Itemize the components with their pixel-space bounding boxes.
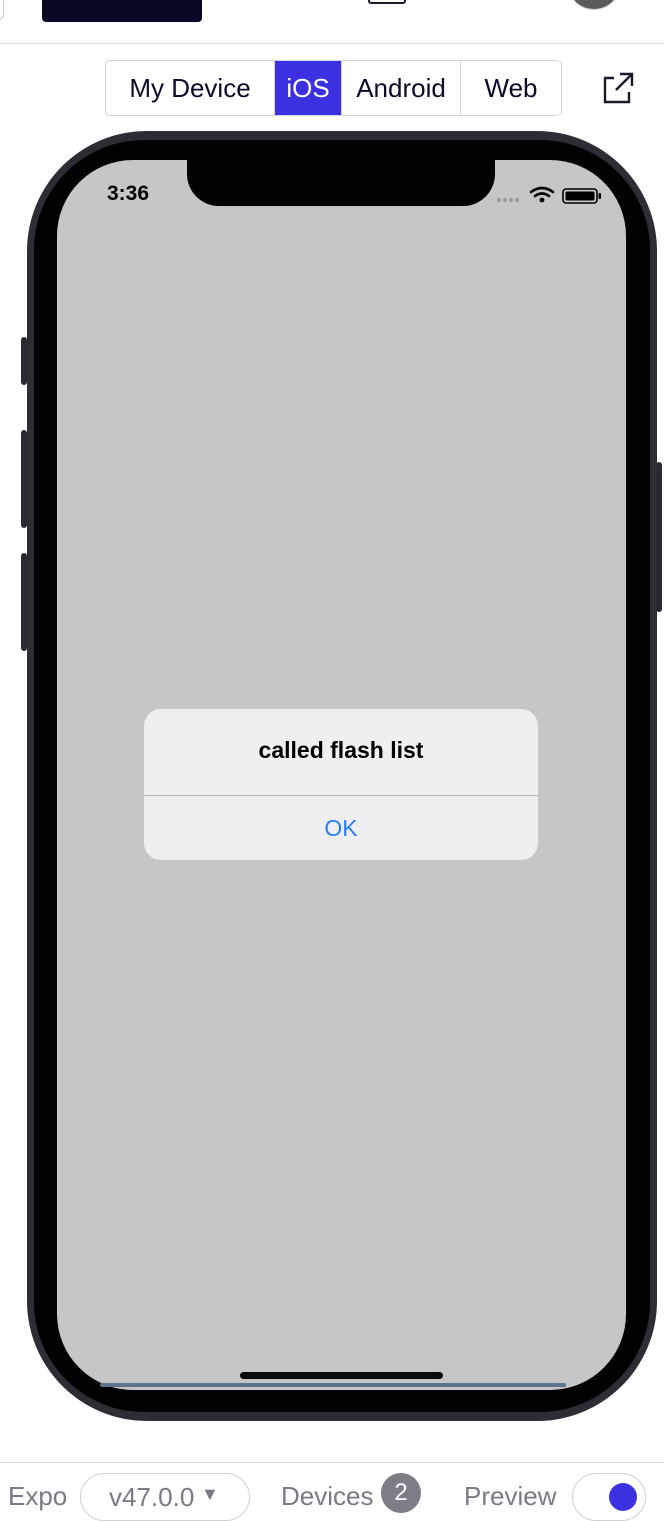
devices-count-badge[interactable]: 2 <box>381 1473 421 1513</box>
platform-selector: My Device iOS Android Web <box>105 60 562 116</box>
sdk-label: Expo <box>8 1481 68 1511</box>
tab-web[interactable]: Web <box>461 61 561 115</box>
devices-label[interactable]: Devices <box>281 1481 373 1512</box>
top-header <box>0 0 664 44</box>
header-brand-block[interactable] <box>42 0 202 22</box>
signal-dots-icon <box>497 198 519 202</box>
sdk-version-select[interactable]: v47.0.0 ▼ <box>80 1473 250 1521</box>
alert-dialog: called flash list OK <box>144 709 538 860</box>
header-left-control[interactable] <box>0 0 4 20</box>
phone-mute-button <box>21 337 27 385</box>
external-link-icon[interactable] <box>600 70 636 106</box>
phone-power-button <box>656 462 662 612</box>
status-icons <box>497 186 607 206</box>
device-screen[interactable]: 3:36 called flash list OK <box>57 160 626 1390</box>
phone-volume-down-button <box>21 553 27 651</box>
screen-bottom-edge <box>100 1383 566 1387</box>
tab-android[interactable]: Android <box>342 61 461 115</box>
battery-icon <box>562 188 601 204</box>
preview-label: Preview <box>464 1481 557 1511</box>
tab-ios[interactable]: iOS <box>275 61 342 115</box>
phone-notch <box>187 160 495 206</box>
sdk-version-value: v47.0.0 <box>109 1482 195 1512</box>
tab-my-device[interactable]: My Device <box>106 61 275 115</box>
caret-down-icon: ▼ <box>201 1484 219 1504</box>
preview-toggle[interactable] <box>572 1473 646 1521</box>
alert-title: called flash list <box>258 737 424 763</box>
header-icon[interactable] <box>368 0 406 4</box>
status-time: 3:36 <box>107 182 150 205</box>
alert-ok-button[interactable]: OK <box>144 796 538 860</box>
wifi-icon <box>529 186 555 198</box>
footer-bar: Expo v47.0.0 ▼ Devices 2 Preview <box>0 1462 664 1521</box>
preview-toggle-knob <box>609 1483 637 1511</box>
home-indicator[interactable] <box>240 1372 443 1379</box>
avatar[interactable] <box>570 0 618 10</box>
phone-volume-up-button <box>21 430 27 528</box>
